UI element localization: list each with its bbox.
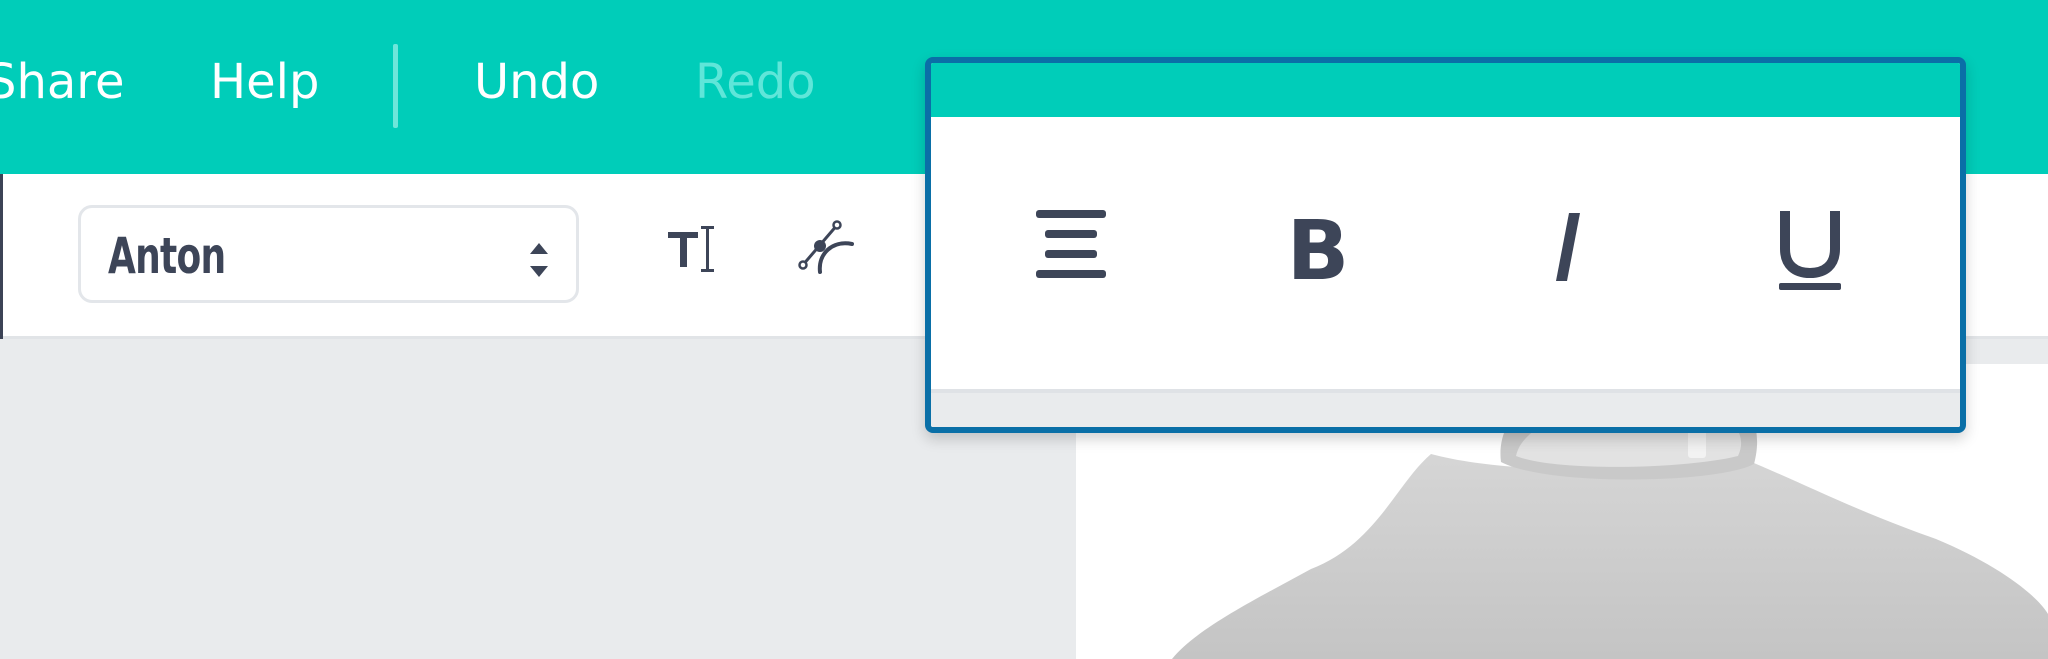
underline-button[interactable] bbox=[1755, 193, 1865, 303]
italic-icon bbox=[1556, 213, 1580, 281]
popup-footer-strip bbox=[931, 389, 1960, 427]
redo-button[interactable]: Redo bbox=[695, 52, 816, 112]
text-format-popup: B bbox=[925, 57, 1966, 433]
bold-icon: B bbox=[1287, 204, 1350, 299]
font-family-value: Anton bbox=[108, 227, 226, 285]
font-family-select[interactable]: Anton bbox=[78, 205, 579, 303]
popup-header-strip bbox=[931, 63, 1960, 117]
curve-path-tool[interactable] bbox=[798, 218, 858, 278]
text-cursor-icon bbox=[668, 226, 714, 272]
svg-text:B: B bbox=[1287, 204, 1350, 299]
text-cursor-tool[interactable] bbox=[666, 222, 718, 278]
bezier-curve-icon bbox=[798, 220, 854, 274]
updown-caret-icon bbox=[530, 243, 548, 277]
align-center-button[interactable] bbox=[1016, 193, 1126, 303]
align-center-icon bbox=[1036, 210, 1106, 278]
share-menu[interactable]: Share bbox=[0, 52, 125, 112]
help-menu[interactable]: Help bbox=[210, 52, 319, 112]
italic-button[interactable] bbox=[1509, 193, 1619, 303]
bold-button[interactable]: B bbox=[1263, 193, 1373, 303]
nav-divider bbox=[393, 44, 398, 128]
undo-button[interactable]: Undo bbox=[474, 52, 599, 112]
underline-icon bbox=[1779, 211, 1841, 290]
